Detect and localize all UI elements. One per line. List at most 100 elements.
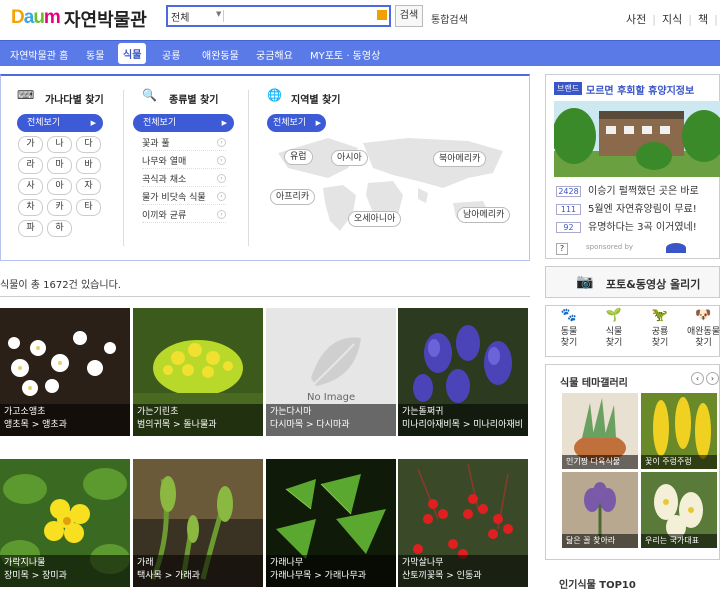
plant-caption: 가막살나무 산토끼꽃목 > 인동과: [398, 555, 528, 587]
species-category-item[interactable]: 물가 비닷속 식물 ›: [142, 190, 226, 205]
species-all-button[interactable]: 전체보기 ▶: [133, 114, 234, 132]
region-europe-button[interactable]: 유럽: [284, 149, 313, 165]
search-button[interactable]: 검색: [395, 5, 423, 27]
ad-row[interactable]: 92 유명하다는 3곡 이거였네!: [556, 218, 697, 233]
top-link-book[interactable]: 책: [698, 13, 708, 26]
gallery-caption: 닮은 꼴 찾아라: [562, 534, 638, 548]
species-title: 종류별 찾기: [169, 95, 219, 106]
ad-photo[interactable]: [554, 101, 720, 177]
search-scope-select[interactable]: 전체 ▼: [171, 9, 223, 24]
site-title[interactable]: 자연박물관: [64, 6, 147, 32]
species-category-item[interactable]: 나무와 열매 ›: [142, 154, 226, 169]
letter-key[interactable]: 타: [76, 199, 101, 216]
nav-home[interactable]: 자연박물관 홈: [10, 47, 68, 62]
keyboard-icon: ⌨: [17, 88, 35, 102]
region-south-america-button[interactable]: 남아메리카: [457, 207, 511, 223]
daum-logo[interactable]: Daum: [11, 7, 61, 29]
arrow-circle-icon: ›: [217, 156, 226, 165]
plant-caption: 가고소앵초앵초목 > 앵초과: [0, 404, 130, 436]
plant-card[interactable]: 가는기린초 범의귀목 > 돌나물과: [133, 308, 263, 436]
letter-key[interactable]: 차: [18, 199, 43, 216]
chevron-down-icon: ▼: [216, 10, 222, 18]
search-input[interactable]: [228, 8, 368, 24]
plant-card[interactable]: 가래 택사목 > 가래과: [133, 459, 263, 587]
dinosaur-icon: 🦖: [651, 308, 669, 323]
gallery-item[interactable]: 우리는 국가대표: [641, 472, 717, 548]
region-all-button[interactable]: 전체보기 ▶: [267, 114, 326, 132]
region-africa-button[interactable]: 아프리카: [270, 189, 316, 205]
plant-taxonomy: 앵초목 > 앵초과: [4, 420, 67, 430]
globe-icon: 🌐: [267, 88, 282, 102]
plant-caption: 가는돌쩌귀 미나리아재비목 > 미나리아재비: [398, 404, 528, 436]
top-link-dictionary[interactable]: 사전: [626, 13, 646, 26]
ganada-all-button[interactable]: 전체보기 ▶: [17, 114, 103, 132]
letter-key[interactable]: 파: [18, 220, 43, 237]
sprout-icon: 🌱: [605, 308, 623, 323]
ganada-title: 가나다별 찾기: [45, 95, 104, 106]
divider: [248, 90, 249, 246]
species-category-item[interactable]: 곡식과 채소 ›: [142, 172, 226, 187]
gallery-item[interactable]: 꽃이 주렁주렁: [641, 393, 717, 469]
region-asia-button[interactable]: 아시아: [331, 150, 368, 166]
quick-dino-find[interactable]: 🦖 공룡 찾기: [640, 308, 680, 349]
plant-card[interactable]: 가고소앵초앵초목 > 앵초과: [0, 308, 130, 436]
nav-faq[interactable]: 궁금해요: [256, 47, 293, 62]
plant-card[interactable]: 가는돌쩌귀 미나리아재비목 > 미나리아재비: [398, 308, 528, 436]
quick-pet-find[interactable]: 🐶 애완동물 찾기: [681, 308, 720, 349]
plant-card[interactable]: 가락지나물 장미목 > 장미과: [0, 459, 130, 587]
nav-dinosaur[interactable]: 공룡: [162, 47, 180, 62]
quick-label: 공룡: [651, 327, 669, 337]
search-box: 전체 ▼: [166, 5, 391, 27]
nav-animal[interactable]: 동물: [86, 47, 104, 62]
main-nav: 자연박물관 홈 동물 식물 공룡 애완동물 궁금해요 MY포토 · 동영상: [0, 40, 720, 66]
letter-key[interactable]: 하: [47, 220, 72, 237]
plant-card[interactable]: 가래나무 가래나무목 > 가래나무과: [266, 459, 396, 587]
arrow-circle-icon: ›: [217, 210, 226, 219]
gallery-prev-button[interactable]: ‹: [691, 372, 704, 385]
ad-row[interactable]: 2428 이승기 펄쩍했던 곳은 바로: [556, 182, 699, 197]
letter-key[interactable]: 마: [47, 157, 72, 174]
plant-taxonomy: 산토끼꽃목 > 인동과: [402, 571, 482, 581]
species-category-item[interactable]: 꽃과 풀 ›: [142, 136, 226, 151]
letter-key[interactable]: 자: [76, 178, 101, 195]
letter-key[interactable]: 나: [47, 136, 72, 153]
letter-key[interactable]: 아: [47, 178, 72, 195]
ad-title[interactable]: 모르면 후회할 휴양지정보: [586, 82, 694, 97]
letter-key[interactable]: 바: [76, 157, 101, 174]
search-options-icon[interactable]: [377, 10, 387, 20]
ad-row[interactable]: 111 5월엔 자연휴양림이 무료!: [556, 200, 697, 215]
arrow-right-icon: ▶: [90, 119, 96, 127]
arrow-circle-icon: ›: [217, 192, 226, 201]
plant-card[interactable]: 가막살나무 산토끼꽃목 > 인동과: [398, 459, 528, 587]
gallery-item[interactable]: 인기짱 다육식물: [562, 393, 638, 469]
species-category-label: 나무와 열매: [142, 157, 187, 167]
ad-row-number: 111: [556, 204, 581, 215]
letter-key[interactable]: 가: [18, 136, 43, 153]
integrated-search-link[interactable]: 통합검색: [431, 11, 468, 26]
plant-name: 가고소앵초: [4, 407, 46, 417]
plant-taxonomy: 범의귀목 > 돌나물과: [137, 420, 217, 430]
region-north-america-button[interactable]: 북아메리카: [433, 151, 487, 167]
help-icon[interactable]: ?: [556, 243, 568, 255]
gallery-next-button[interactable]: ›: [706, 372, 719, 385]
plant-taxonomy: 미나리아재비목 > 미나리아재비: [402, 420, 523, 430]
letter-key[interactable]: 사: [18, 178, 43, 195]
nav-my-photo[interactable]: MY포토 · 동영상: [310, 47, 380, 62]
gallery-item[interactable]: 닮은 꼴 찾아라: [562, 472, 638, 548]
top-link-knowledge[interactable]: 지식: [662, 13, 682, 26]
nav-pet[interactable]: 애완동물: [202, 47, 239, 62]
species-category-item[interactable]: 이끼와 균류 ›: [142, 208, 226, 223]
quick-label: 찾기: [560, 338, 578, 348]
quick-plant-find[interactable]: 🌱 식물 찾기: [594, 308, 634, 349]
letter-key[interactable]: 라: [18, 157, 43, 174]
nav-plant[interactable]: 식물: [118, 43, 147, 64]
region-oceania-button[interactable]: 오세아니아: [348, 211, 402, 227]
letter-key[interactable]: 카: [47, 199, 72, 216]
search-scope-value: 전체: [171, 13, 190, 24]
brand-badge: 브랜드: [554, 82, 583, 95]
letter-key[interactable]: 다: [76, 136, 101, 153]
plant-taxonomy: 다시마목 > 다시마과: [270, 420, 350, 430]
plant-card[interactable]: No Image 가는다시마 다시마목 > 다시마과: [266, 308, 396, 436]
quick-animal-find[interactable]: 🐾 동물 찾기: [549, 308, 589, 349]
photo-video-upload-button[interactable]: 📷 포토&동영상 올리기: [545, 266, 720, 298]
